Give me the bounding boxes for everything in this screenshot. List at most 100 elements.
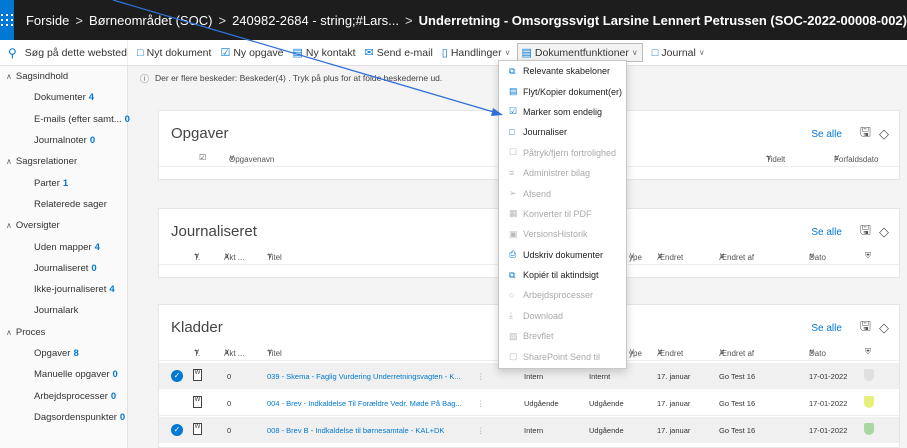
- col-assigned-label: Tidelt: [766, 155, 786, 164]
- eraser-icon[interactable]: ◇: [879, 224, 889, 240]
- breadcrumb-separator: >: [218, 12, 227, 28]
- document-title-link[interactable]: 004 - Brev - Indkaldelse Til Forældre Ve…: [267, 399, 462, 408]
- sidebar-item[interactable]: E-mails (efter samt... 0: [0, 109, 130, 130]
- menu-item[interactable]: ☑ Marker som endelig: [499, 102, 626, 122]
- selected-check-icon[interactable]: ✓: [171, 370, 183, 382]
- col-title[interactable]: Titel ∨: [267, 251, 282, 262]
- app-launcher-icon[interactable]: [0, 0, 14, 40]
- col-due-date[interactable]: Forfaldsdato ∨: [834, 153, 878, 164]
- actions-menu[interactable]: ▯ Handlinger ∨: [442, 46, 511, 60]
- sidebar-item[interactable]: Relaterede sager: [0, 194, 127, 215]
- col-due-date-label: Forfaldsdato: [834, 155, 879, 164]
- sidebar-item[interactable]: Parter 1: [0, 172, 127, 193]
- shield-icon: [864, 396, 874, 408]
- eraser-icon[interactable]: ◇: [879, 126, 889, 142]
- col-modified-by[interactable]: Ændret af ∨: [719, 347, 754, 358]
- message-notice[interactable]: ⓘ Der er flere beskeder: Beskeder(4) . T…: [140, 70, 442, 86]
- col-type[interactable]: T. ∨: [194, 347, 200, 358]
- menu-item[interactable]: □ Journaliser: [499, 122, 626, 142]
- sidebar-item[interactable]: Arbejdsprocesser 0: [0, 385, 127, 406]
- menu-item: ≡ Administrer bilag: [499, 163, 626, 183]
- col-modified-label: Ændret: [657, 349, 684, 358]
- sidebar-item[interactable]: Uden mapper 4: [0, 236, 127, 257]
- menu-item: ☐ Påtryk/fjern fortrolighed: [499, 143, 626, 163]
- sidebar: ∧ Sagsindhold Dokumenter 4 E-mails (efter sa…: [0, 66, 130, 448]
- sidebar-item[interactable]: Manuelle opgaver 0: [0, 364, 127, 385]
- col-modified-by[interactable]: Ændret af ∨: [719, 251, 754, 262]
- menu-item[interactable]: ⧉ Kopiér til aktindsigt: [499, 265, 626, 285]
- table-row[interactable]: ✓ W 0 008 - Brev B - Indkaldelse til bør…: [159, 417, 899, 443]
- type2-value: Udgående: [589, 426, 624, 435]
- col-modified[interactable]: Ændret ∨: [657, 251, 683, 262]
- table-row[interactable]: W 0 004 - Brev - Indkaldelse Til Forældr…: [159, 390, 899, 416]
- breadcrumb-case[interactable]: 240982-2684 - string;#Lars...: [232, 13, 399, 28]
- new-contact-button[interactable]: ▤ Ny kontakt: [293, 46, 356, 60]
- selected-check-icon[interactable]: ✓: [171, 424, 183, 436]
- breadcrumb-home[interactable]: Forside: [26, 13, 69, 28]
- col-date-label: Dato: [809, 349, 826, 358]
- see-all-link[interactable]: Se alle: [811, 323, 842, 334]
- more-options-icon[interactable]: ⋮: [477, 372, 485, 381]
- sidebar-item[interactable]: Dokumenter 4: [0, 87, 127, 108]
- select-all-checkbox-icon[interactable]: ☑: [199, 153, 206, 162]
- col-date[interactable]: Dato ∨: [809, 251, 826, 262]
- col-modified-label: Ændret: [657, 253, 684, 262]
- send-email-button[interactable]: ✉ Send e-mail: [365, 46, 433, 60]
- document-title-link[interactable]: 039 - Skema - Faglig Vurdering Underretn…: [267, 372, 461, 381]
- sidebar-item[interactable]: Dagsordenspunkter 0: [0, 407, 127, 428]
- col-title-label: Titel: [267, 253, 282, 262]
- new-task-button[interactable]: ☑ Ny opgave: [220, 46, 283, 60]
- chevron-down-icon: ∨: [631, 48, 638, 57]
- col-modified[interactable]: Ændret ∨: [657, 347, 683, 358]
- see-all-link[interactable]: Se alle: [811, 227, 842, 238]
- menu-item-label: Kopiér til aktindsigt: [523, 270, 599, 281]
- sidebar-item-label: Sagsrelationer: [15, 156, 78, 168]
- sidebar-section[interactable]: ∧ Sagsindhold: [0, 66, 127, 87]
- sidebar-section[interactable]: ∧ Oversigter: [0, 215, 127, 236]
- sidebar-item[interactable]: Opgaver 8: [0, 343, 127, 364]
- chevron-up-icon: ∧: [6, 221, 12, 231]
- sidebar-section[interactable]: ∧ Sagsrelationer: [0, 151, 127, 172]
- new-document-button[interactable]: □ Nyt dokument: [137, 47, 211, 59]
- sidebar-item-label: Proces: [15, 326, 46, 338]
- col-doctype[interactable]: ype ∨: [629, 251, 642, 262]
- menu-item-label: Relevante skabeloner: [523, 66, 611, 77]
- sidebar-item-label: Ikke-journaliseret: [34, 284, 107, 296]
- col-title[interactable]: Titel ∨: [267, 347, 282, 358]
- sidebar-item[interactable]: Ikke-journaliseret 4: [0, 279, 127, 300]
- col-doctype[interactable]: ype ∨: [629, 347, 642, 358]
- breadcrumb: Forside > Børneområdet (SOC) > 240982-26…: [14, 13, 907, 28]
- sidebar-section[interactable]: ∧ Proces: [0, 322, 127, 343]
- sidebar-item-count: 4: [88, 92, 95, 104]
- col-assigned[interactable]: Tidelt ∨: [766, 153, 785, 164]
- checkbox-icon: ☑: [220, 47, 231, 59]
- menu-item[interactable]: ⧉ Relevante skabeloner: [499, 61, 626, 81]
- col-date[interactable]: Dato ∨: [809, 347, 826, 358]
- chevron-down-icon: ∨: [698, 48, 705, 57]
- menu-item[interactable]: ▤ Flyt/Kopier dokument(er): [499, 81, 626, 101]
- info-icon: ⓘ: [140, 73, 150, 84]
- chevron-up-icon: ∧: [6, 72, 12, 82]
- save-icon[interactable]: 🖫: [860, 123, 871, 145]
- menu-item[interactable]: ⎙ Udskriv dokumenter: [499, 245, 626, 265]
- sidebar-item[interactable]: Journaliseret 0: [0, 258, 127, 279]
- save-icon[interactable]: 🖫: [860, 221, 871, 243]
- sidebar-item[interactable]: Journalnoter 0: [0, 130, 127, 151]
- more-options-icon[interactable]: ⋮: [477, 399, 485, 408]
- col-akt[interactable]: Akt ... ∨: [224, 347, 244, 358]
- breadcrumb-area[interactable]: Børneområdet (SOC): [89, 13, 213, 28]
- col-type[interactable]: T. ∨: [194, 251, 200, 262]
- see-all-link[interactable]: Se alle: [811, 129, 842, 140]
- document-title-link[interactable]: 008 - Brev B - Indkaldelse til børnesamt…: [267, 426, 444, 435]
- sidebar-item[interactable]: Journalark: [0, 300, 127, 321]
- more-options-icon[interactable]: ⋮: [477, 426, 485, 435]
- site-search[interactable]: ⚲ Søg på dette websted: [0, 40, 128, 65]
- eraser-icon[interactable]: ◇: [879, 320, 889, 336]
- move-copy-icon: ▤: [509, 86, 518, 97]
- pdf-icon: ▦: [509, 208, 518, 219]
- save-icon[interactable]: 🖫: [860, 317, 871, 339]
- template-icon: ⧉: [509, 65, 516, 76]
- col-akt[interactable]: Akt ... ∨: [224, 251, 244, 262]
- col-task-name[interactable]: Opgavenavn ∨: [229, 153, 274, 164]
- journal-menu[interactable]: □ Journal ∨: [652, 47, 705, 59]
